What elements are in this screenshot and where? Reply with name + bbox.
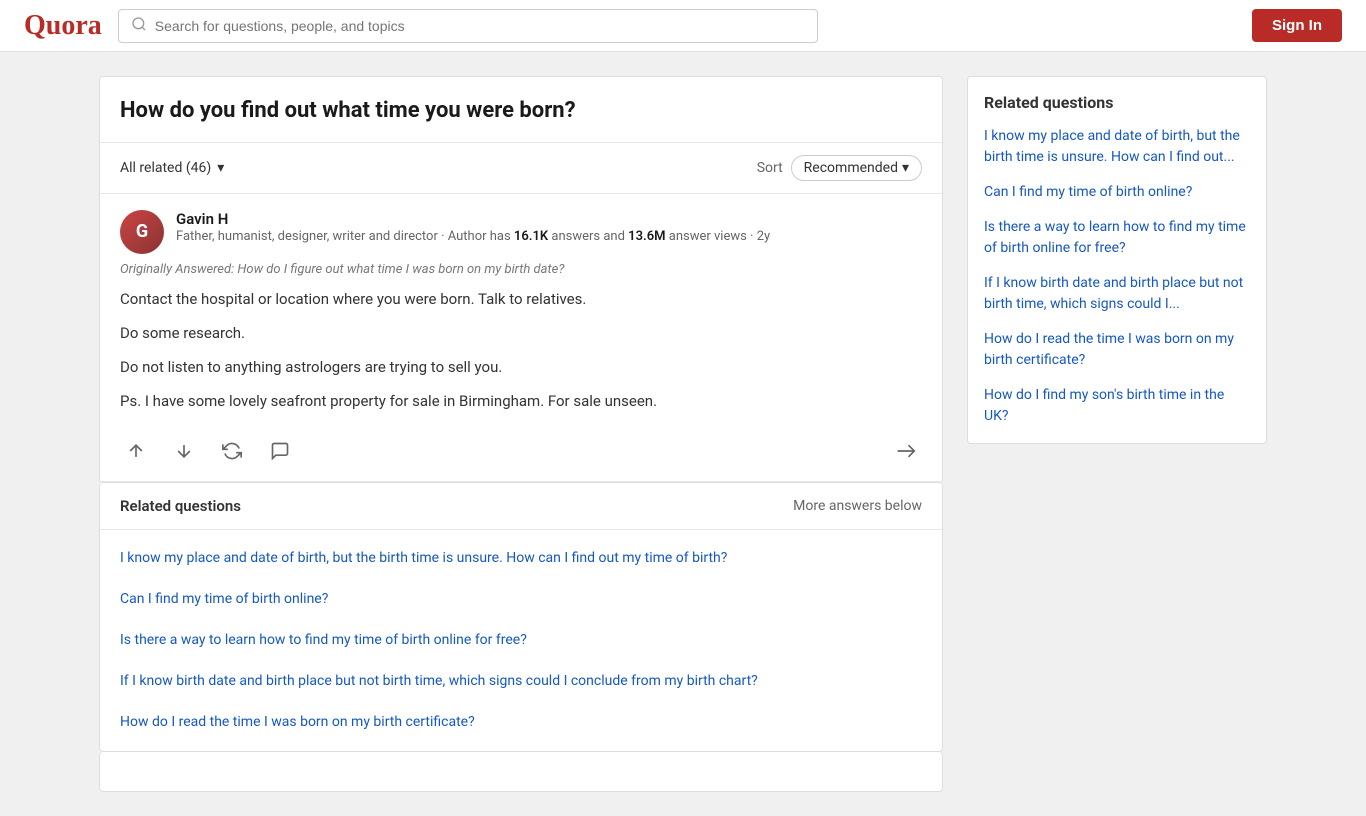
sort-label: Sort xyxy=(757,160,783,176)
list-item: Is there a way to learn how to find my t… xyxy=(984,217,1250,259)
related-questions-inline: Related questions More answers below I k… xyxy=(99,483,943,752)
answer-para-2: Do some research. xyxy=(120,321,922,345)
list-item: How do I find my son's birth time in the… xyxy=(984,385,1250,427)
more-answers-label: More answers below xyxy=(793,498,922,514)
list-item: Can I find my time of birth online? xyxy=(984,182,1250,203)
search-icon xyxy=(131,16,147,36)
answer-para-4: Ps. I have some lovely seafront property… xyxy=(120,389,922,413)
header: Quora Sign In xyxy=(0,0,1366,52)
filter-bar: All related (46) ▾ Sort Recommended ▾ xyxy=(100,143,942,194)
answer-text: Contact the hospital or location where y… xyxy=(120,287,922,413)
upvote-button[interactable] xyxy=(120,437,152,465)
list-item: I know my place and date of birth, but t… xyxy=(100,538,942,579)
list-item: If I know birth date and birth place but… xyxy=(984,273,1250,315)
related-link-2[interactable]: Can I find my time of birth online? xyxy=(120,591,328,607)
author-name[interactable]: Gavin H xyxy=(176,210,922,228)
sidebar-link-5[interactable]: How do I read the time I was born on my … xyxy=(984,331,1234,368)
avatar-image: G xyxy=(120,210,164,254)
sidebar-link-4[interactable]: If I know birth date and birth place but… xyxy=(984,275,1243,312)
search-input[interactable] xyxy=(155,18,805,34)
related-link-4[interactable]: If I know birth date and birth place but… xyxy=(120,673,758,689)
related-link-1[interactable]: I know my place and date of birth, but t… xyxy=(120,550,727,566)
main-column: How do you find out what time you were b… xyxy=(99,76,943,792)
list-item: Is there a way to learn how to find my t… xyxy=(100,620,942,661)
page-content: How do you find out what time you were b… xyxy=(83,52,1283,816)
list-item: How do I read the time I was born on my … xyxy=(984,329,1250,371)
author-row: G Gavin H Father, humanist, designer, wr… xyxy=(120,210,922,254)
answer-para-1: Contact the hospital or location where y… xyxy=(120,287,922,311)
search-bar xyxy=(118,9,818,43)
partial-card xyxy=(99,752,943,792)
sidebar-link-3[interactable]: Is there a way to learn how to find my t… xyxy=(984,219,1246,256)
answer-card: G Gavin H Father, humanist, designer, wr… xyxy=(100,194,942,482)
signin-button[interactable]: Sign In xyxy=(1252,9,1342,42)
list-item: How do I read the time I was born on my … xyxy=(100,702,942,743)
related-sidebar-title: Related questions xyxy=(984,93,1250,112)
sidebar-link-2[interactable]: Can I find my time of birth online? xyxy=(984,184,1192,200)
chevron-down-icon: ▾ xyxy=(217,160,224,176)
author-bio: Father, humanist, designer, writer and d… xyxy=(176,228,922,246)
question-card: How do you find out what time you were b… xyxy=(99,76,943,483)
related-link-3[interactable]: Is there a way to learn how to find my t… xyxy=(120,632,527,648)
related-inline-title: Related questions xyxy=(120,497,241,515)
avatar: G xyxy=(120,210,164,254)
comment-button[interactable] xyxy=(264,437,296,465)
related-inline-list: I know my place and date of birth, but t… xyxy=(100,530,942,751)
question-title: How do you find out what time you were b… xyxy=(100,77,942,143)
refresh-button[interactable] xyxy=(216,437,248,465)
originally-answered: Originally Answered: How do I figure out… xyxy=(120,262,922,277)
sidebar-link-6[interactable]: How do I find my son's birth time in the… xyxy=(984,387,1224,424)
recommended-label: Recommended xyxy=(804,160,898,176)
share-button[interactable] xyxy=(890,437,922,465)
related-sidebar: Related questions I know my place and da… xyxy=(967,76,1267,444)
related-inline-header: Related questions More answers below xyxy=(100,483,942,530)
author-info: Gavin H Father, humanist, designer, writ… xyxy=(176,210,922,246)
list-item: If I know birth date and birth place but… xyxy=(100,661,942,702)
action-bar xyxy=(120,427,922,465)
downvote-button[interactable] xyxy=(168,437,200,465)
all-related-filter[interactable]: All related (46) ▾ xyxy=(120,160,224,176)
logo[interactable]: Quora xyxy=(24,10,102,42)
list-item: I know my place and date of birth, but t… xyxy=(984,126,1250,168)
answer-para-3: Do not listen to anything astrologers ar… xyxy=(120,355,922,379)
chevron-down-icon: ▾ xyxy=(902,160,909,176)
views-count: 13.6M xyxy=(628,229,665,244)
related-link-5[interactable]: How do I read the time I was born on my … xyxy=(120,714,475,730)
list-item: Can I find my time of birth online? xyxy=(100,579,942,620)
answers-count: 16.1K xyxy=(514,229,548,244)
recommended-dropdown[interactable]: Recommended ▾ xyxy=(791,155,922,181)
sidebar-link-1[interactable]: I know my place and date of birth, but t… xyxy=(984,128,1240,165)
all-related-label: All related (46) xyxy=(120,160,211,176)
sidebar: Related questions I know my place and da… xyxy=(967,76,1267,792)
sort-controls: Sort Recommended ▾ xyxy=(757,155,922,181)
